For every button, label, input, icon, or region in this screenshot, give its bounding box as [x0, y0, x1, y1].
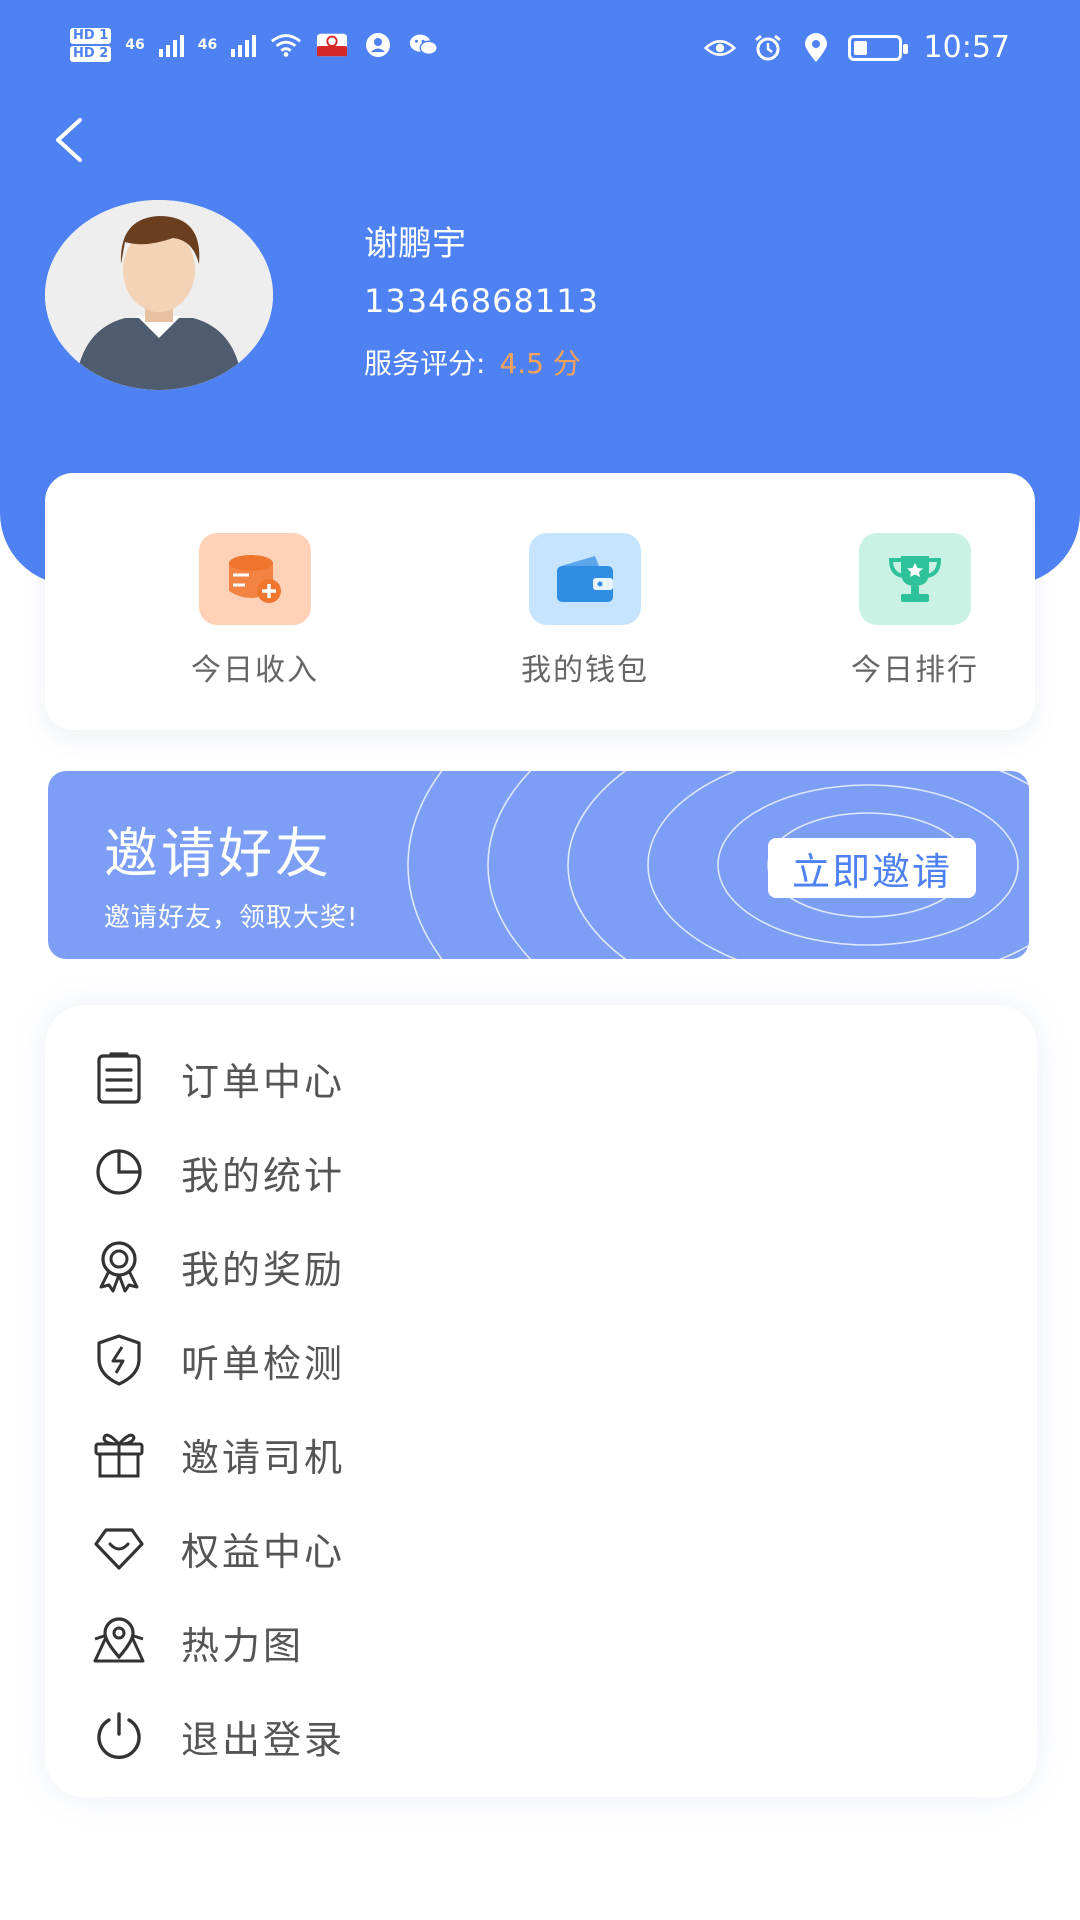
coins-plus-icon [199, 533, 311, 625]
wechat-icon [408, 31, 440, 59]
quick-action-today-income[interactable]: 今日收入 [155, 533, 355, 689]
menu-item-label: 听单检测 [181, 1341, 346, 1386]
profile-name: 谢鹏宇 [364, 224, 466, 264]
status-bar: HD 1 HD 2 46 46 10:57 [0, 0, 1080, 100]
wifi-icon [270, 31, 302, 59]
menu-item-logout[interactable]: 退出登录 [45, 1691, 1037, 1781]
quick-action-label: 今日排行 [851, 653, 979, 688]
menu-item-heat-map[interactable]: 热力图 [45, 1597, 1037, 1687]
pie-chart-icon [91, 1144, 147, 1200]
menu-item-invite-driver[interactable]: 邀请司机 [45, 1409, 1037, 1499]
rating-label: 服务评分: [364, 347, 486, 380]
gift-icon [91, 1426, 147, 1482]
app-notification-icon [316, 31, 348, 59]
eye-icon [703, 34, 736, 62]
invite-title: 邀请好友 [104, 822, 332, 885]
menu-item-label: 权益中心 [181, 1529, 346, 1574]
signal-bars-icon [158, 33, 184, 57]
medal-icon [91, 1238, 147, 1294]
location-icon [800, 32, 832, 62]
quick-action-my-wallet[interactable]: 我的钱包 [485, 533, 685, 689]
menu-item-benefits-center[interactable]: 权益中心 [45, 1503, 1037, 1593]
status-time: 10:57 [923, 30, 1010, 65]
back-button[interactable] [44, 112, 100, 168]
service-rating: 服务评分: 4.5 分 [364, 342, 581, 382]
wallet-icon [529, 533, 641, 625]
menu-item-label: 我的统计 [181, 1153, 346, 1198]
shield-person-icon [362, 31, 394, 59]
avatar[interactable] [45, 200, 273, 390]
menu-item-order-check[interactable]: 听单检测 [45, 1315, 1037, 1405]
chevron-left-icon [56, 118, 82, 162]
hd-indicator: HD 1 HD 2 [70, 28, 112, 62]
menu-item-label: 邀请司机 [181, 1435, 346, 1480]
menu-item-order-center[interactable]: 订单中心 [45, 1033, 1037, 1123]
user-avatar-icon [45, 200, 273, 390]
battery-icon [847, 34, 908, 61]
menu-card: 订单中心 我的统计 我的奖励 听单检测 邀请司机 权益中心 热力图 退出登录 [45, 1005, 1037, 1797]
quick-actions-card: 今日收入 我的钱包 今日排行 [45, 473, 1035, 730]
quick-action-today-ranking[interactable]: 今日排行 [815, 533, 1015, 689]
quick-action-label: 我的钱包 [521, 653, 649, 688]
menu-item-my-stats[interactable]: 我的统计 [45, 1127, 1037, 1217]
trophy-icon [859, 533, 971, 625]
menu-item-label: 订单中心 [181, 1059, 346, 1104]
menu-item-my-rewards[interactable]: 我的奖励 [45, 1221, 1037, 1311]
diamond-icon [91, 1520, 147, 1576]
menu-item-label: 退出登录 [181, 1717, 346, 1762]
quick-action-label: 今日收入 [191, 653, 319, 688]
signal-bars-icon [231, 33, 257, 57]
invite-subtitle: 邀请好友，领取大奖! [104, 903, 359, 933]
profile-phone: 13346868113 [364, 282, 599, 320]
menu-item-label: 我的奖励 [181, 1247, 346, 1292]
invite-friends-banner[interactable]: 邀请好友 邀请好友，领取大奖! 立即邀请 [48, 771, 1029, 959]
signal-label-1: 46 [125, 37, 145, 53]
invite-now-button[interactable]: 立即邀请 [768, 838, 976, 898]
shield-bolt-icon [91, 1332, 147, 1388]
power-icon [91, 1708, 147, 1764]
alarm-icon [752, 34, 784, 62]
menu-item-label: 热力图 [181, 1623, 305, 1668]
map-pin-icon [91, 1614, 147, 1670]
rating-value: 4.5 分 [499, 347, 581, 380]
signal-label-2: 46 [197, 37, 218, 53]
clipboard-icon [91, 1050, 147, 1106]
